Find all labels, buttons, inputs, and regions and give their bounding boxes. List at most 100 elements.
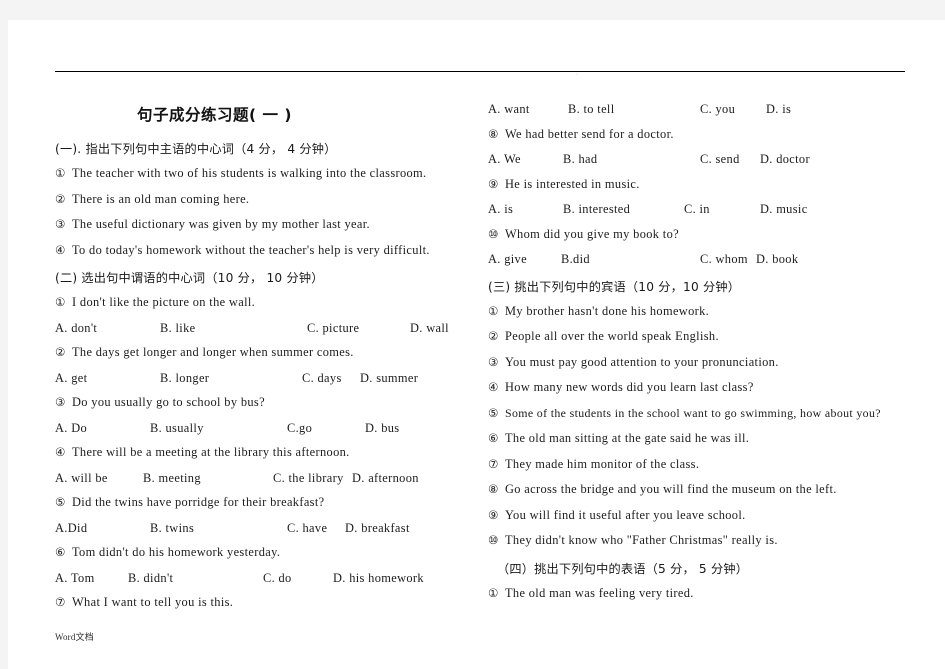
question-text: They didn't know who "Father Christmas" …: [505, 533, 778, 547]
question-number: ⑤: [55, 495, 66, 509]
question-number: ②: [55, 345, 66, 359]
option-d[interactable]: D. doctor: [760, 152, 810, 167]
question-number: ③: [55, 217, 66, 231]
question-number: ③: [488, 354, 499, 369]
question-text: You must pay good attention to your pron…: [505, 354, 779, 369]
option-a[interactable]: A. is: [488, 202, 513, 217]
option-row: A. will be B. meeting C. the library D. …: [55, 471, 468, 485]
question-text: You will find it useful after you leave …: [505, 507, 746, 522]
question-text: The old man was feeling very tired.: [505, 585, 694, 600]
question-text: The teacher with two of his students is …: [72, 166, 427, 180]
option-d[interactable]: D. is: [766, 102, 791, 117]
question-item: ③ The useful dictionary was given by my m…: [55, 217, 468, 232]
question-item: ⑧ Go across the bridge and you will find …: [488, 482, 923, 497]
option-b[interactable]: B.did: [561, 252, 590, 267]
option-c[interactable]: C. in: [684, 202, 710, 217]
question-text: There is an old man coming here.: [72, 191, 250, 206]
option-a[interactable]: A. don't: [55, 321, 97, 336]
question-item: ⑩ Whom did you give my book to?: [488, 227, 923, 242]
option-a[interactable]: A. will be: [55, 471, 108, 486]
question-text: The days get longer and longer when summ…: [72, 345, 354, 359]
option-row: A. We B. had C. send D. doctor: [488, 152, 923, 166]
question-text: Do you usually go to school by bus?: [72, 395, 265, 409]
option-a[interactable]: A. get: [55, 371, 87, 386]
option-d[interactable]: D. wall: [410, 321, 449, 336]
option-b[interactable]: B. usually: [150, 421, 204, 436]
question-number: ②: [55, 191, 66, 206]
right-column: A. want B. to tell C. you D. is ⑧ We had …: [478, 76, 945, 666]
question-item: ⑧ We had better send for a doctor.: [488, 127, 923, 142]
question-item: ① My brother hasn't done his homework.: [488, 304, 923, 319]
question-item: ④ How many new words did you learn last c…: [488, 380, 923, 395]
option-c[interactable]: C. do: [263, 571, 292, 586]
option-row: A.Did B. twins C. have D. breakfast: [55, 521, 468, 535]
question-number: ⑦: [55, 595, 66, 609]
question-item: ⑦ They made him monitor of the class.: [488, 457, 923, 472]
question-text: How many new words did you learn last cl…: [505, 380, 754, 394]
question-text: Tom didn't do his homework yesterday.: [72, 545, 281, 559]
question-item: ① I don't like the picture on the wall.: [55, 295, 468, 310]
question-item: ③ Do you usually go to school by bus?: [55, 395, 468, 410]
option-row: A. don't B. like C. picture D. wall: [55, 321, 468, 335]
question-number: ①: [55, 295, 66, 309]
question-text: People all over the world speak English.: [505, 329, 719, 343]
question-item: ⑥ Tom didn't do his homework yesterday.: [55, 545, 468, 560]
option-c[interactable]: C.go: [287, 421, 312, 436]
option-b[interactable]: B. meeting: [143, 471, 201, 486]
question-item: ⑥ The old man sitting at the gate said he…: [488, 431, 923, 446]
question-number: ⑧: [488, 126, 499, 141]
option-b[interactable]: B. twins: [150, 521, 194, 536]
option-d[interactable]: D. his homework: [333, 571, 424, 586]
footer-watermark-cjk: 文档: [75, 633, 94, 643]
section-two-heading: (二) 选出句中谓语的中心词（10 分， 10 分钟）: [55, 271, 324, 285]
question-item: ④ There will be a meeting at the library …: [55, 445, 468, 460]
question-number: ⑧: [488, 482, 499, 496]
question-number: ⑩: [488, 226, 499, 241]
option-a[interactable]: A. want: [488, 102, 530, 117]
question-text: He is interested in music.: [505, 176, 640, 191]
option-b[interactable]: B. interested: [563, 202, 630, 217]
section-four-heading: （四）挑出下列句中的表语（5 分， 5 分钟）: [497, 561, 749, 576]
question-item: ⑩ They didn't know who "Father Christmas"…: [488, 533, 923, 548]
question-text: Did the twins have porridge for their br…: [72, 495, 325, 509]
question-number: ④: [55, 445, 66, 459]
option-d[interactable]: D. book: [756, 252, 798, 267]
header-rule: [55, 71, 905, 72]
option-d[interactable]: D. music: [760, 202, 808, 217]
option-c[interactable]: C. whom: [700, 252, 748, 267]
option-c[interactable]: C. you: [700, 102, 735, 117]
question-number: ①: [488, 303, 499, 318]
option-row: A. get B. longer C. days D. summer: [55, 371, 468, 385]
option-a[interactable]: A. Tom: [55, 571, 95, 586]
option-c[interactable]: C. days: [302, 371, 342, 386]
option-b[interactable]: B. didn't: [128, 571, 173, 586]
option-b[interactable]: B. like: [160, 321, 196, 336]
question-number: ⑦: [488, 456, 499, 471]
option-c[interactable]: C. the library: [273, 471, 344, 486]
two-column-body: 句子成分练习题( 一 ) (一). 指出下列句中主语的中心词（4 分， 4 分钟…: [8, 76, 945, 666]
question-item: ④ To do today's homework without the teac…: [55, 243, 468, 258]
option-d[interactable]: D. breakfast: [345, 521, 410, 536]
option-row: A. want B. to tell C. you D. is: [488, 102, 923, 116]
section-three-heading: (三) 挑出下列句中的宾语（10 分，10 分钟）: [488, 279, 741, 294]
option-d[interactable]: D. bus: [365, 421, 399, 436]
option-a[interactable]: A.Did: [55, 521, 87, 536]
question-number: ①: [55, 166, 66, 180]
question-number: ⑨: [488, 507, 499, 522]
question-text: The useful dictionary was given by my mo…: [72, 217, 370, 231]
option-c[interactable]: C. send: [700, 152, 740, 167]
option-a[interactable]: A. We: [488, 152, 521, 167]
document-page: · 句子成分练习题( 一 ) (一). 指出下列句中主语的中心词（4 分， 4 …: [8, 20, 945, 669]
option-a[interactable]: A. Do: [55, 421, 87, 436]
option-a[interactable]: A. give: [488, 252, 527, 267]
question-text: Whom did you give my book to?: [505, 226, 679, 241]
question-item: ② There is an old man coming here.: [55, 192, 468, 207]
option-c[interactable]: C. have: [287, 521, 327, 536]
option-d[interactable]: D. summer: [360, 371, 418, 386]
question-number: ④: [488, 380, 499, 394]
option-b[interactable]: B. longer: [160, 371, 209, 386]
option-b[interactable]: B. had: [563, 152, 597, 167]
option-c[interactable]: C. picture: [307, 321, 359, 336]
option-b[interactable]: B. to tell: [568, 102, 615, 117]
option-d[interactable]: D. afternoon: [352, 471, 419, 486]
